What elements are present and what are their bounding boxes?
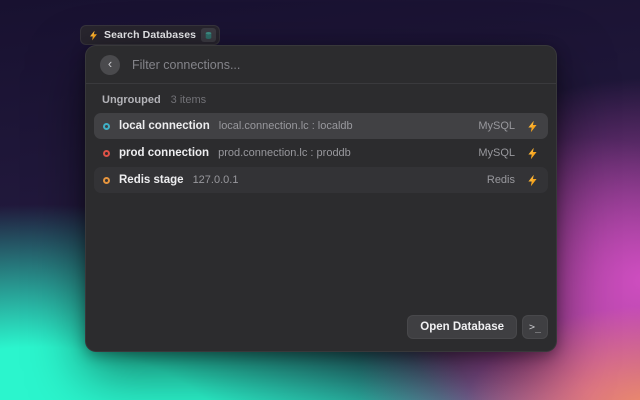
extension-bolt-icon — [526, 174, 539, 187]
back-button[interactable]: ‹ — [100, 55, 120, 75]
connection-ring-icon — [103, 177, 110, 184]
chevron-left-icon: ‹ — [108, 57, 112, 70]
pill-label: Search Databases — [104, 29, 196, 41]
filter-connections-input[interactable] — [132, 58, 542, 72]
list-item-local-connection[interactable]: local connection local.connection.lc : l… — [94, 113, 548, 139]
database-icon — [201, 28, 216, 42]
row-db-type: Redis — [487, 174, 515, 186]
row-title: Redis stage — [119, 174, 184, 186]
row-subtitle: local.connection.lc : localdb — [219, 120, 470, 132]
connection-ring-icon — [103, 150, 110, 157]
row-title: prod connection — [119, 147, 209, 159]
section-count: 3 items — [171, 94, 206, 106]
list-item-prod-connection[interactable]: prod connection prod.connection.lc : pro… — [94, 140, 548, 166]
row-db-type: MySQL — [478, 120, 515, 132]
search-databases-window: ‹ Ungrouped 3 items local connection loc… — [85, 45, 557, 352]
connection-list: local connection local.connection.lc : l… — [86, 111, 556, 195]
extension-bolt-icon — [526, 120, 539, 133]
extension-bolt-icon — [88, 30, 99, 41]
row-subtitle: 127.0.0.1 — [193, 174, 478, 186]
section-header: Ungrouped 3 items — [86, 84, 556, 111]
shortcut-keycap[interactable]: >_ — [522, 315, 548, 339]
connection-ring-icon — [103, 123, 110, 130]
extension-bolt-icon — [526, 147, 539, 160]
row-subtitle: prod.connection.lc : proddb — [218, 147, 469, 159]
action-bar: Open Database >_ — [86, 311, 556, 351]
row-db-type: MySQL — [478, 147, 515, 159]
empty-area — [86, 195, 556, 311]
section-title: Ungrouped — [102, 94, 161, 106]
list-item-redis-stage[interactable]: Redis stage 127.0.0.1 Redis — [94, 167, 548, 193]
launcher-pill[interactable]: Search Databases — [80, 25, 220, 45]
open-database-button[interactable]: Open Database — [407, 315, 517, 339]
row-title: local connection — [119, 120, 210, 132]
search-bar: ‹ — [86, 46, 556, 84]
